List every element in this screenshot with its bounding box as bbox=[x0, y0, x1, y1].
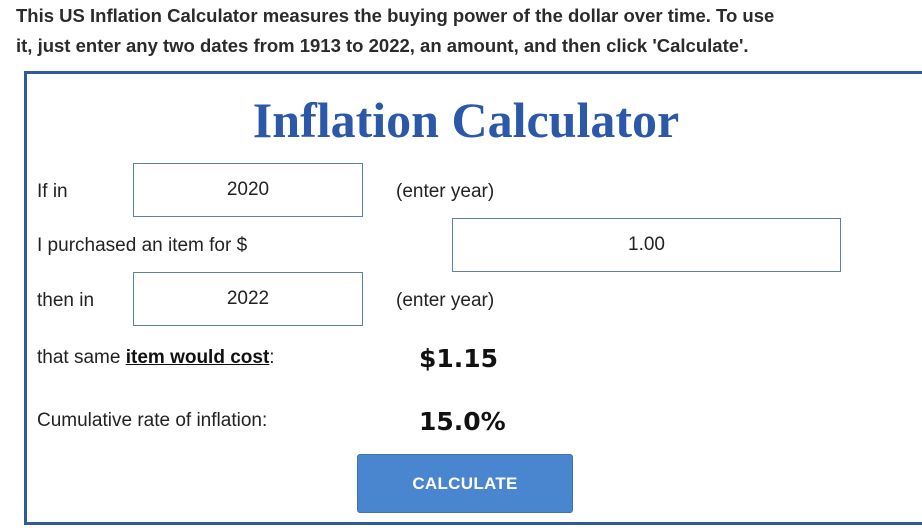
cost-result-value: $1.15 bbox=[419, 344, 499, 373]
start-year-input[interactable] bbox=[133, 163, 363, 217]
cost-label: that same item would cost: bbox=[37, 346, 275, 370]
inflation-calculator-panel: Inflation Calculator If in (enter year) … bbox=[24, 71, 922, 525]
cost-label-suffix: : bbox=[269, 347, 275, 368]
calculate-button[interactable]: CALCULATE bbox=[357, 454, 573, 513]
intro-line-2: it, just enter any two dates from 1913 t… bbox=[16, 35, 749, 56]
inflation-rate-label: Cumulative rate of inflation: bbox=[37, 410, 268, 431]
amount-input[interactable] bbox=[452, 218, 841, 272]
end-year-label: then in bbox=[37, 290, 95, 311]
end-year-hint: (enter year) bbox=[396, 290, 495, 311]
cost-label-prefix: that same bbox=[37, 347, 126, 368]
intro-line-1: This US Inflation Calculator measures th… bbox=[16, 5, 775, 26]
inflation-rate-value: 15.0% bbox=[419, 407, 506, 436]
intro-text: This US Inflation Calculator measures th… bbox=[16, 1, 906, 61]
start-year-hint: (enter year) bbox=[396, 181, 495, 202]
calculator-title: Inflation Calculator bbox=[252, 92, 680, 148]
item-cost-link[interactable]: item would cost bbox=[126, 347, 270, 368]
amount-label: I purchased an item for $ bbox=[37, 235, 248, 256]
start-year-label: If in bbox=[37, 181, 68, 202]
end-year-input[interactable] bbox=[133, 272, 363, 326]
